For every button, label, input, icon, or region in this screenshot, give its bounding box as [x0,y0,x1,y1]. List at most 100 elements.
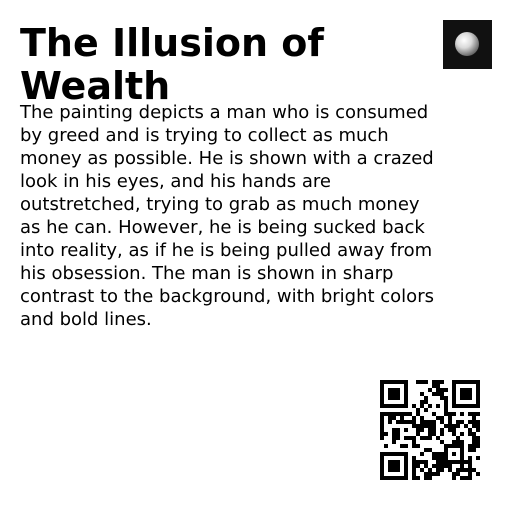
qr-module [428,472,432,476]
qr-module [460,444,464,448]
qr-module [476,384,480,388]
qr-module [416,464,420,468]
qr-module [444,464,448,468]
qr-module [412,416,416,420]
qr-module [460,448,464,452]
qr-module [400,416,404,420]
qr-module [436,456,440,460]
qr-module [412,436,416,440]
qr-module [460,392,464,396]
qr-module [464,460,468,464]
qr-code-icon [380,380,480,480]
qr-module [440,420,444,424]
qr-module [392,468,396,472]
qr-module [460,404,464,408]
qr-module [476,388,480,392]
qr-module [472,448,476,452]
qr-module [468,448,472,452]
qr-module [436,416,440,420]
qr-module [404,428,408,432]
qr-module [388,396,392,400]
qr-module [436,380,440,384]
qr-module [392,432,396,436]
qr-module [452,472,456,476]
qr-module [380,400,384,404]
qr-module [424,460,428,464]
qr-module [428,424,432,428]
qr-module [452,460,456,464]
qr-module [412,440,416,444]
qr-module [452,392,456,396]
qr-module [392,404,396,408]
qr-module [412,476,416,480]
qr-module [444,460,448,464]
qr-module [420,404,424,408]
qr-module [380,416,384,420]
qr-module [420,460,424,464]
qr-module [428,404,432,408]
qr-module [452,424,456,428]
qr-module [380,412,384,416]
qr-module [456,460,460,464]
qr-module [452,440,456,444]
qr-module [476,440,480,444]
qr-module [436,436,440,440]
qr-module [388,452,392,456]
qr-module [472,444,476,448]
qr-module [460,380,464,384]
qr-module [420,420,424,424]
qr-module [396,396,400,400]
qr-module [468,432,472,436]
qr-module [452,380,456,384]
qr-module [384,452,388,456]
qr-module [396,468,400,472]
qr-module [476,472,480,476]
qr-module [476,396,480,400]
qr-module [424,476,428,480]
qr-module [476,412,480,416]
qr-module [404,396,408,400]
qr-module [432,424,436,428]
qr-module [420,452,424,456]
qr-module [448,468,452,472]
qr-module [440,456,444,460]
qr-module [404,464,408,468]
qr-module [468,444,472,448]
qr-module [476,436,480,440]
qr-module [456,380,460,384]
qr-module [416,424,420,428]
qr-module [440,392,444,396]
qr-code[interactable] [380,380,480,480]
qr-module [428,468,432,472]
qr-module [380,468,384,472]
qr-module [388,380,392,384]
qr-module [424,448,428,452]
qr-module [432,412,436,416]
qr-module [432,392,436,396]
qr-module [448,412,452,416]
qr-module [408,436,412,440]
qr-module [444,412,448,416]
qr-module [440,452,444,456]
qr-module [416,428,420,432]
qr-module [408,420,412,424]
qr-module [424,424,428,428]
qr-module [452,396,456,400]
qr-module [476,444,480,448]
qr-module [388,468,392,472]
qr-module [472,404,476,408]
qr-module [416,432,420,436]
qr-module [468,428,472,432]
qr-module [400,404,404,408]
qr-module [436,468,440,472]
qr-module [472,416,476,420]
qr-module [404,380,408,384]
artwork-thumbnail [443,20,492,69]
qr-module [476,404,480,408]
qr-module [468,396,472,400]
qr-module [380,380,384,384]
qr-module [412,420,416,424]
qr-module [400,420,404,424]
qr-module [400,444,404,448]
qr-module [476,420,480,424]
